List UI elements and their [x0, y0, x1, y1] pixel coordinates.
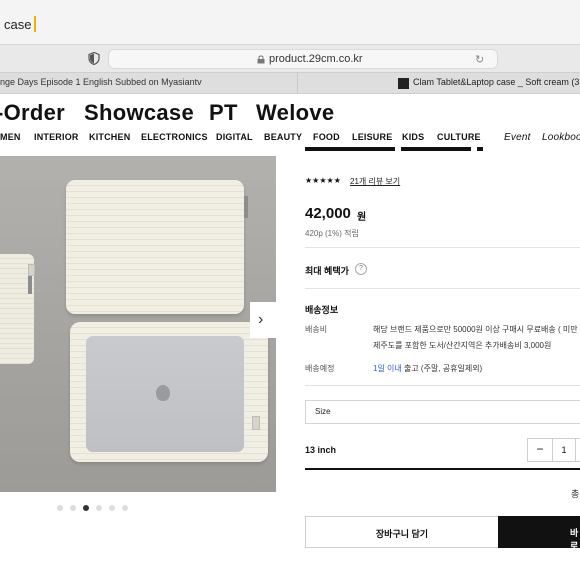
- buy-now-button[interactable]: 바로: [498, 516, 580, 551]
- cat-leisure[interactable]: LEISURE: [352, 132, 392, 142]
- gallery-dot-active[interactable]: [83, 505, 89, 511]
- gallery-dot[interactable]: [70, 505, 76, 511]
- nav-lookbook[interactable]: Lookbook: [542, 132, 580, 143]
- max-benefit-label: 최대 혜택가: [305, 266, 349, 276]
- eta-highlight: 1일 이내: [373, 364, 402, 373]
- favicon-icon: [398, 78, 409, 89]
- nav-order[interactable]: -Order: [0, 100, 65, 126]
- url-text: product.29cm.co.kr: [269, 53, 363, 65]
- tab-title: Clam Tablet&Laptop case _ Soft cream (3S…: [413, 77, 580, 87]
- cat-culture[interactable]: CULTURE: [437, 132, 481, 142]
- zipper-pull: [28, 276, 32, 294]
- shipping-fee-text: 해당 브랜드 제품으로만 50000원 이상 구매시 무료배송 ( 미만: [373, 325, 578, 334]
- product-photo[interactable]: [0, 156, 276, 492]
- shipping-eta-text: 1일 이내 출고 (주말, 공휴일제외): [373, 363, 482, 374]
- decrease-button[interactable]: −: [528, 439, 552, 461]
- address-bar[interactable]: product.29cm.co.kr ↻: [108, 49, 498, 69]
- label-tag: [252, 416, 260, 430]
- cat-food[interactable]: FOOD: [313, 132, 340, 142]
- lock-icon: [257, 55, 265, 64]
- cat-electronics[interactable]: ELECTRONICS: [141, 132, 208, 142]
- gallery-dot[interactable]: [96, 505, 102, 511]
- quantity-stepper[interactable]: − 1: [527, 438, 580, 462]
- reload-icon[interactable]: ↻: [475, 53, 484, 66]
- nav-event[interactable]: Event: [504, 132, 531, 143]
- cat-interior[interactable]: INTERIOR: [34, 132, 79, 142]
- shipping-heading: 배송정보: [305, 305, 339, 315]
- apple-logo-icon: [156, 385, 170, 401]
- divider: [305, 288, 580, 289]
- quantity-value[interactable]: 1: [552, 439, 576, 461]
- shield-icon[interactable]: [88, 52, 100, 65]
- buy-now-label: 바로: [570, 528, 579, 551]
- points-info: 420p (1%) 적립: [305, 229, 359, 238]
- cat-men[interactable]: MEN: [0, 132, 21, 142]
- tab-strip: nge Days Episode 1 English Subbed on Mya…: [0, 72, 580, 94]
- add-to-cart-label: 장바구니 담기: [375, 529, 429, 539]
- cat-kids[interactable]: KIDS: [402, 132, 424, 142]
- total-divider: [305, 468, 580, 470]
- price-currency: 원: [357, 212, 367, 223]
- laptop-sleeve-large: [66, 180, 244, 314]
- cat-beauty[interactable]: BEAUTY: [264, 132, 302, 142]
- help-icon[interactable]: ?: [355, 263, 367, 275]
- tab-myasiantv[interactable]: nge Days Episode 1 English Subbed on Mya…: [0, 73, 298, 93]
- reviews-link[interactable]: 21개 리뷰 보기: [350, 176, 400, 187]
- shipping-extra-text: 제주도를 포함한 도서/산간지역은 추가배송비 3,000원: [373, 341, 552, 350]
- tab-title: nge Days Episode 1 English Subbed on Mya…: [0, 77, 202, 87]
- gallery-dot[interactable]: [109, 505, 115, 511]
- zipper-pull: [244, 196, 248, 218]
- total-label: 총: [571, 489, 580, 499]
- size-select[interactable]: Size: [305, 400, 580, 424]
- cat-digital[interactable]: DIGITAL: [216, 132, 253, 142]
- product-price: 42,000: [305, 205, 351, 222]
- search-query[interactable]: case: [4, 17, 31, 32]
- nav-welove[interactable]: Welove: [256, 100, 334, 126]
- gallery-dot[interactable]: [122, 505, 128, 511]
- browser-toolbar: product.29cm.co.kr ↻: [0, 44, 580, 72]
- text-caret: [34, 16, 36, 32]
- size-select-label: Size: [315, 407, 331, 416]
- selected-option: 13 inch: [305, 445, 337, 455]
- shipping-fee-label: 배송비: [305, 325, 328, 334]
- gallery-dot[interactable]: [57, 505, 63, 511]
- divider: [305, 385, 580, 386]
- nav-pt[interactable]: PT: [209, 100, 238, 126]
- cat-kitchen[interactable]: KITCHEN: [89, 132, 130, 142]
- label-tag: [28, 264, 35, 276]
- cut-off-title: [305, 147, 483, 151]
- chevron-right-icon: ›: [258, 311, 264, 328]
- nav-showcase[interactable]: Showcase: [84, 100, 194, 126]
- rating-stars-icon: ★★★★★: [305, 176, 341, 185]
- shipping-eta-label: 배송예정: [305, 364, 335, 373]
- gallery-next-button[interactable]: ›: [250, 302, 276, 338]
- add-to-cart-button[interactable]: 장바구니 담기: [305, 516, 499, 548]
- divider: [305, 247, 580, 248]
- search-strip: case: [0, 0, 580, 44]
- eta-rest: 출고 (주말, 공휴일제외): [401, 364, 483, 373]
